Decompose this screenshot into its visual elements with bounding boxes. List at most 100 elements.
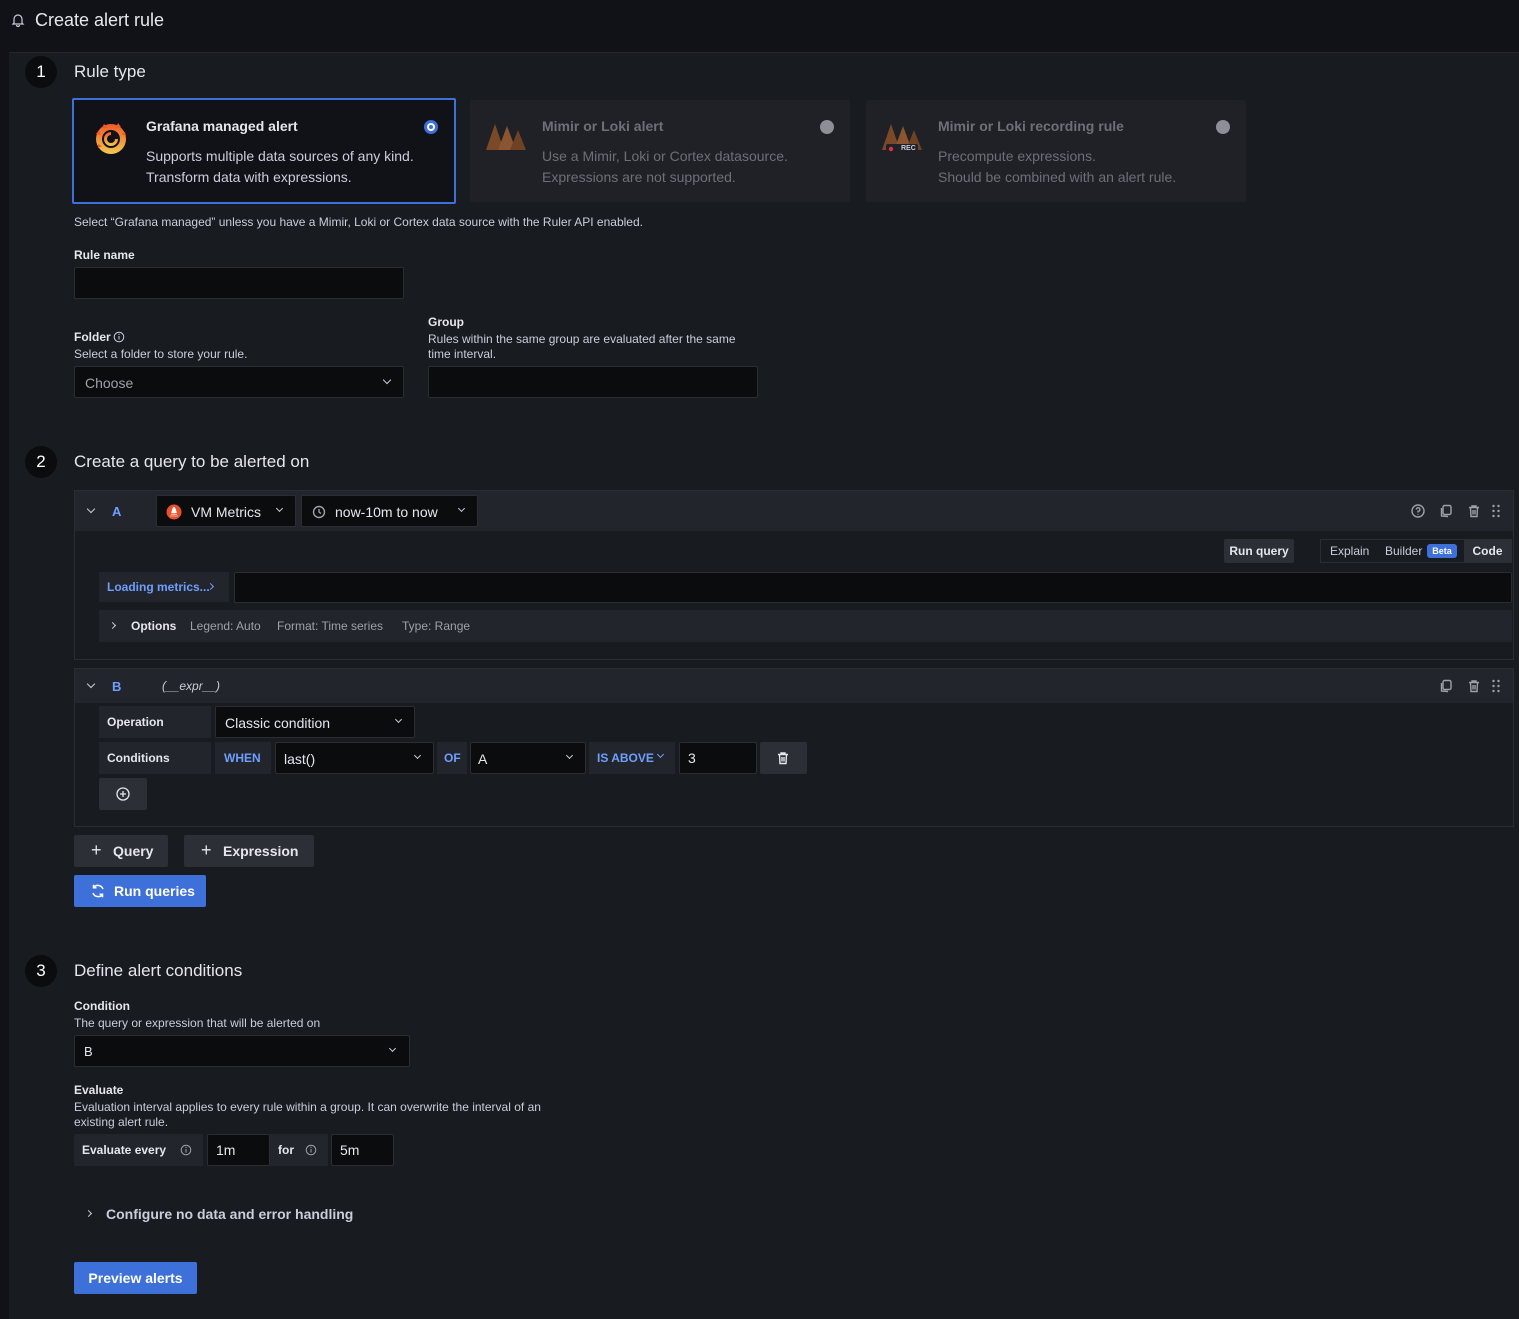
step-title-query: Create a query to be alerted on [74, 452, 310, 471]
page-header [0, 0, 1519, 44]
duplicate-icon[interactable] [1439, 504, 1453, 518]
evaluate-every-label: Evaluate every [82, 1143, 167, 1157]
trash-icon[interactable] [1467, 504, 1481, 518]
remove-condition-button[interactable] [760, 742, 807, 774]
condition-value: B [84, 1044, 93, 1059]
chevron-right-icon [84, 1209, 93, 1218]
options-label: Options [131, 619, 177, 633]
time-range-picker[interactable]: now-10m to now [301, 495, 478, 527]
chevron-down-icon [275, 504, 284, 513]
options-type: Type: Range [402, 619, 471, 633]
folder-description: Select a folder to store your rule. [74, 347, 248, 361]
card-desc-line: Expressions are not supported. [542, 169, 736, 185]
chevron-down-icon [457, 504, 466, 513]
of-query-select[interactable]: A [470, 742, 586, 774]
evaluate-every-input[interactable] [207, 1134, 270, 1166]
mode-builder[interactable]: Builder [1385, 544, 1422, 558]
datasource-picker[interactable]: VM Metrics [156, 495, 296, 527]
condition-label: Condition [74, 999, 130, 1013]
of-query-value: A [478, 751, 488, 767]
preview-alerts-button[interactable]: Preview alerts [74, 1262, 197, 1294]
conditions-label: Conditions [99, 742, 211, 774]
mode-code[interactable]: Code [1464, 540, 1511, 562]
card-desc-line: Precompute expressions. [938, 148, 1096, 164]
info-icon[interactable] [305, 1144, 317, 1156]
expression-b-header [75, 669, 1513, 703]
page-title: Create alert rule [35, 10, 165, 30]
for-label-box: for [270, 1134, 328, 1166]
card-desc-line: Supports multiple data sources of any ki… [146, 148, 414, 164]
evaluator-select[interactable]: IS ABOVE [589, 742, 675, 774]
reducer-select[interactable]: last() [275, 742, 434, 774]
card-desc-line: Use a Mimir, Loki or Cortex datasource. [542, 148, 788, 164]
for-label: for [278, 1143, 294, 1157]
datasource-name: VM Metrics [191, 504, 261, 520]
metrics-browser-button[interactable]: Loading metrics... [99, 572, 229, 602]
card-description: Precompute expressions. Should be combin… [938, 146, 1176, 188]
radio-unselected[interactable] [820, 120, 834, 134]
duplicate-icon[interactable] [1439, 679, 1453, 693]
evaluate-desc-line: existing alert rule. [74, 1115, 169, 1129]
evaluate-description: Evaluation interval applies to every rul… [74, 1100, 541, 1130]
radio-selected[interactable] [424, 120, 438, 134]
mode-explain[interactable]: Explain [1330, 544, 1369, 558]
operation-select[interactable]: Classic condition [215, 706, 415, 738]
time-range-value: now-10m to now [335, 504, 438, 520]
rule-type-card-grafana[interactable]: Grafana managed alert Supports multiple … [72, 98, 456, 204]
when-keyword: WHEN [215, 742, 271, 774]
query-code-editor[interactable] [234, 572, 1512, 603]
chevron-down-icon [388, 1044, 397, 1053]
chevron-down-icon [394, 715, 403, 724]
folder-select[interactable]: Choose [74, 366, 404, 398]
bell-icon [11, 14, 25, 27]
info-icon[interactable] [180, 1144, 192, 1156]
step-number-3: 3 [25, 955, 57, 987]
evaluate-every-label-box: Evaluate every [74, 1134, 203, 1166]
operation-label: Operation [99, 706, 211, 738]
chevron-down-icon [382, 375, 392, 385]
refresh-icon [92, 884, 104, 898]
run-query-button[interactable]: Run query [1224, 539, 1294, 563]
rule-name-input[interactable] [74, 267, 404, 299]
drag-handle-icon[interactable] [1491, 678, 1501, 694]
plus-icon: + [201, 840, 212, 860]
for-input[interactable] [331, 1134, 394, 1166]
card-description: Use a Mimir, Loki or Cortex datasource. … [542, 146, 788, 188]
add-expression-button[interactable]: + Expression [184, 835, 314, 867]
help-icon[interactable] [1411, 504, 1425, 518]
add-expression-label: Expression [223, 843, 299, 859]
of-keyword: OF [437, 742, 467, 774]
beta-badge: Beta [1427, 544, 1457, 558]
mimir-loki-icon [486, 124, 526, 150]
options-legend: Legend: Auto [190, 619, 261, 633]
grafana-logo-icon [96, 123, 126, 154]
no-data-toggle[interactable]: Configure no data and error handling [84, 1204, 364, 1224]
expression-b-label[interactable]: B [112, 679, 121, 694]
query-a-label[interactable]: A [112, 504, 121, 519]
rule-type-card-mimir-loki[interactable]: Mimir or Loki alert Use a Mimir, Loki or… [470, 100, 850, 202]
card-desc-line: Should be combined with an alert rule. [938, 169, 1177, 185]
add-condition-button[interactable] [99, 778, 147, 810]
drag-handle-icon[interactable] [1491, 503, 1501, 519]
condition-select[interactable]: B [74, 1035, 410, 1067]
add-query-button[interactable]: + Query [74, 835, 168, 867]
operation-value: Classic condition [225, 715, 331, 731]
rule-type-card-recording-rule[interactable]: REC Mimir or Loki recording rule Precomp… [866, 100, 1246, 202]
radio-unselected[interactable] [1216, 120, 1230, 134]
chevron-down-icon [413, 751, 422, 760]
trash-icon[interactable] [1467, 679, 1481, 693]
step-number-2: 2 [25, 446, 57, 478]
no-data-toggle-label: Configure no data and error handling [106, 1206, 354, 1222]
run-queries-button[interactable]: Run queries [74, 875, 206, 907]
add-query-label: Query [113, 843, 154, 859]
card-description: Supports multiple data sources of any ki… [146, 146, 414, 188]
info-icon[interactable] [113, 331, 125, 343]
step-title-rule-type: Rule type [74, 62, 146, 81]
plus-circle-icon [116, 787, 130, 801]
threshold-input[interactable] [679, 742, 757, 774]
group-input[interactable] [428, 366, 758, 398]
card-desc-line: Transform data with expressions. [146, 169, 352, 185]
card-title: Mimir or Loki alert [542, 118, 664, 134]
card-title: Mimir or Loki recording rule [938, 118, 1124, 134]
group-label: Group [428, 315, 464, 329]
